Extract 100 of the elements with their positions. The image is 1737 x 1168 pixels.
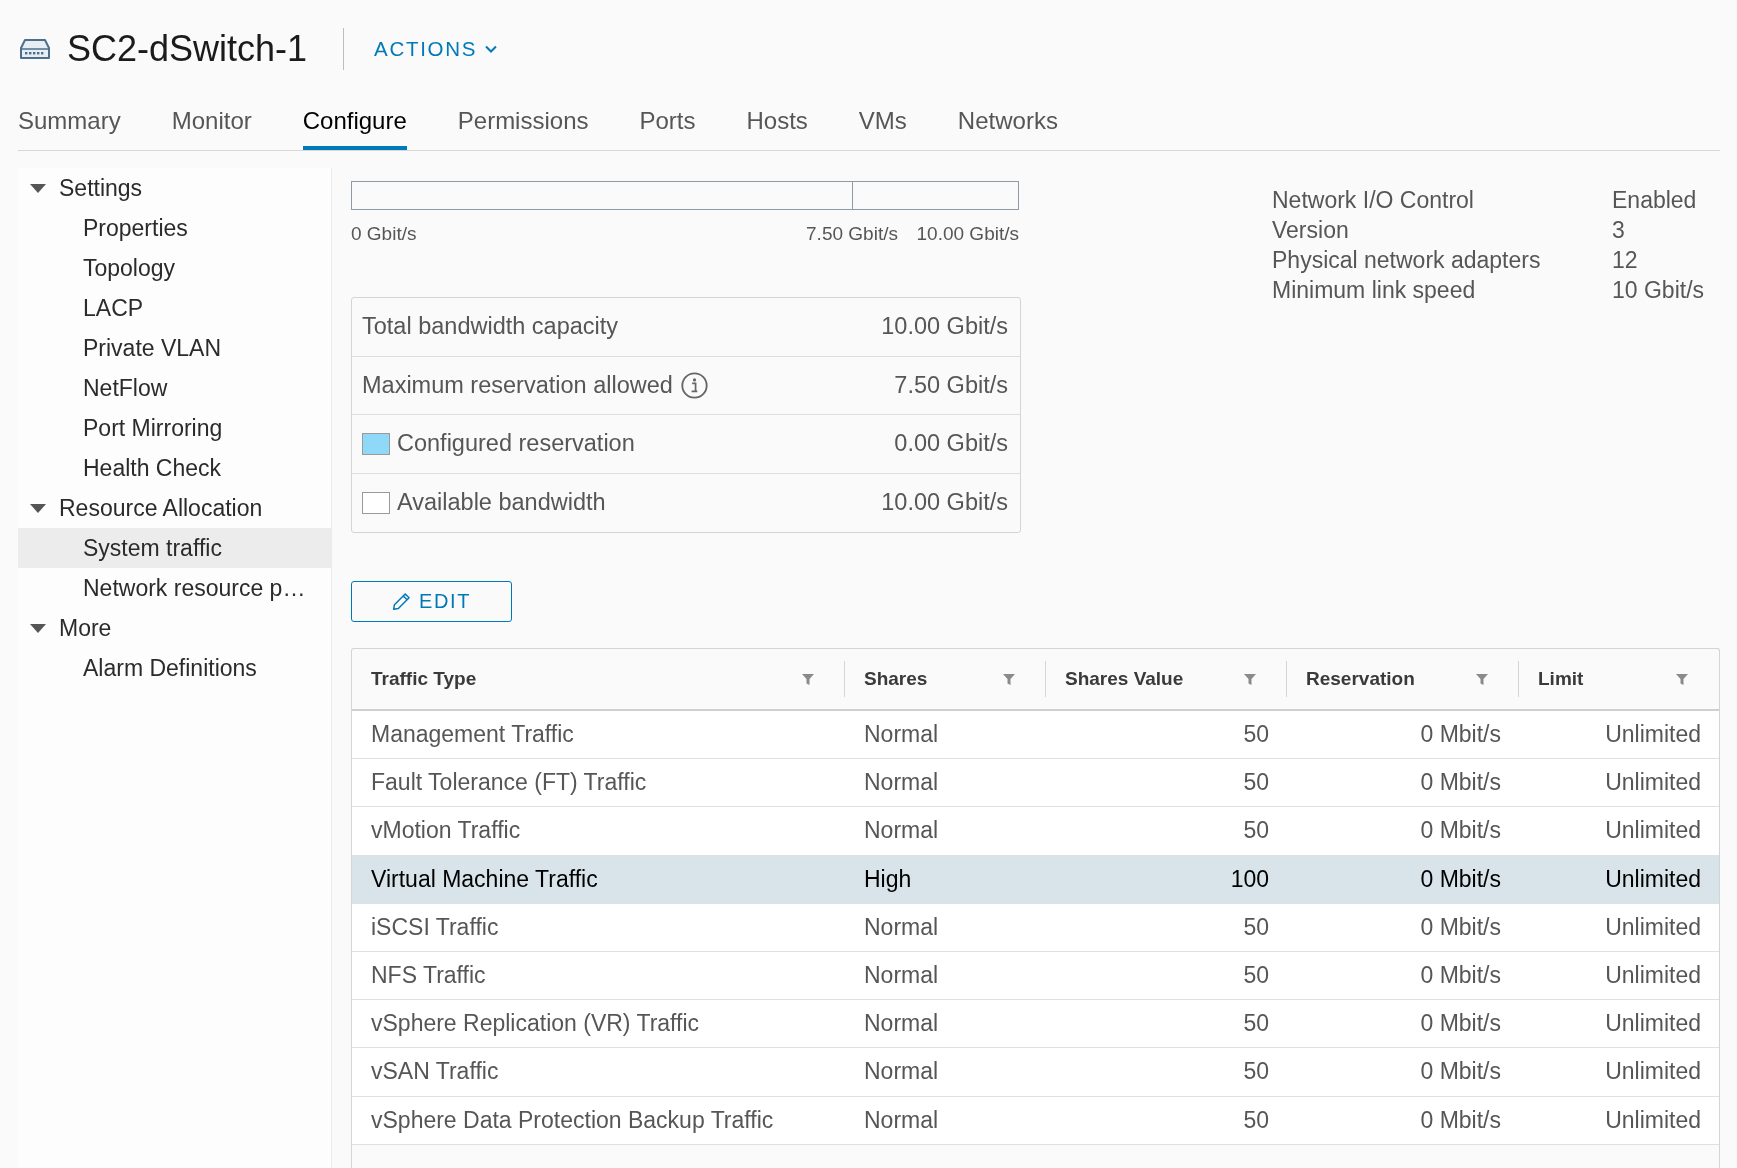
table-cell-text: NFS Traffic [370,961,487,991]
table-row[interactable]: vSphere Replication (VR) Traffic Normal 50 0 Mbit/s Unlimited [352,1000,1719,1049]
table-cell-text: Unlimited [1604,1057,1702,1087]
tree-item[interactable]: Properties [18,208,331,248]
tab[interactable]: Summary [18,98,121,150]
table-cell-text: Unlimited [1604,720,1702,750]
scale-label: 7.50 Gbit/s [806,223,898,245]
table-cell-text: Normal [863,912,940,942]
table-cell-text: Virtual Machine Traffic [370,864,599,894]
tree-item[interactable]: Health Check [18,448,331,488]
table-cell-text: 50 [1242,720,1270,750]
table-row[interactable]: Management Traffic Normal 50 0 Mbit/s Unlimited [352,711,1719,760]
tab[interactable]: VMs [858,98,907,150]
summary-label: Maximum reservation allowed [362,371,673,399]
pencil-icon [392,592,411,611]
summary-value: 10.00 Gbit/s [881,489,1008,517]
info-icon[interactable] [680,371,708,399]
info-label: Network I/O Control [1272,186,1475,215]
table-cell-text: 0 Mbit/s [1419,720,1502,750]
table-cell-text: 0 Mbit/s [1419,1009,1502,1039]
table-cell-text: Unlimited [1604,961,1702,991]
tree-item[interactable]: Port Mirroring [18,408,331,448]
summary-value: 0.00 Gbit/s [894,430,1008,458]
tree-item[interactable]: LACP [18,288,331,328]
tree-item[interactable]: Private VLAN [18,328,331,368]
tree-item[interactable]: Alarm Definitions [18,648,331,688]
table-cell-text: 0 Mbit/s [1419,864,1502,894]
table-row[interactable]: vSAN Traffic Normal 50 0 Mbit/s Unlimited [352,1048,1719,1097]
table-cell-text: Unlimited [1604,816,1702,846]
table-row[interactable]: NFS Traffic Normal 50 0 Mbit/s Unlimited [352,951,1719,1001]
tree-group-toggle[interactable]: Settings [18,168,331,208]
table-cell-text: vSphere Data Protection Backup Traffic [370,1105,775,1135]
caret-down-icon [30,503,46,513]
info-value: 12 [1612,246,1639,275]
filter-icon[interactable] [802,673,814,685]
scale-label: 0 Gbit/s [351,223,417,245]
summary-value: 10.00 Gbit/s [881,313,1008,341]
summary-label: Configured reservation [397,430,635,458]
table-cell-text: 50 [1242,1009,1270,1039]
info-label: Version [1272,216,1350,245]
info-label: Minimum link speed [1272,276,1477,305]
tab[interactable]: Hosts [746,98,808,150]
tree-item[interactable]: NetFlow [18,368,331,408]
info-label: Physical network adapters [1272,246,1542,275]
tab[interactable]: Configure [302,98,407,150]
tab[interactable]: Networks [957,98,1058,150]
table-cell-text: 0 Mbit/s [1419,961,1502,991]
column-header[interactable]: Limit [1519,649,1719,709]
table-cell-text: 50 [1242,1057,1270,1087]
filter-icon[interactable] [1003,673,1015,685]
table-cell-text: 50 [1242,912,1270,942]
table-cell-text: Unlimited [1604,912,1702,942]
table-cell-text: 50 [1242,961,1270,991]
table-row[interactable]: iSCSI Traffic Normal 50 0 Mbit/s Unlimited [352,903,1719,952]
table-cell-text: Normal [863,720,940,750]
table-cell-text: vSphere Replication (VR) Traffic [370,1009,701,1039]
table-cell-text: 50 [1242,816,1270,846]
edit-button[interactable]: EDIT [351,581,512,622]
table-cell-text: Unlimited [1604,1009,1702,1039]
filter-icon[interactable] [1476,673,1488,685]
tab[interactable]: Ports [639,98,696,150]
caret-down-icon [30,623,46,633]
info-value: 3 [1612,216,1626,245]
tree-group-toggle[interactable]: Resource Allocation [18,488,331,528]
table-cell-text: 0 Mbit/s [1419,768,1502,798]
table-cell-text: Unlimited [1604,1105,1702,1135]
table-cell-text: High [863,864,913,894]
tree-item[interactable]: Network resource p… [18,568,331,608]
table-row[interactable]: Fault Tolerance (FT) Traffic Normal 50 0 Mbit/s Unlimited [352,759,1719,808]
table-cell-text: Unlimited [1604,768,1702,798]
table-cell-text: Management Traffic [370,720,575,750]
table-row[interactable]: vMotion Traffic Normal 50 0 Mbit/s Unlimited [352,807,1719,856]
tab[interactable]: Monitor [171,98,252,150]
chevron-down-icon [485,45,498,53]
caret-down-icon [30,183,46,193]
filter-icon[interactable] [1676,673,1688,685]
page-title: SC2-dSwitch-1 [67,28,308,70]
table-cell-text: 50 [1242,1105,1270,1135]
summary-label: Available bandwidth [397,489,606,517]
table-cell-text: Fault Tolerance (FT) Traffic [370,768,648,798]
table-cell-text: 0 Mbit/s [1419,816,1502,846]
table-cell-text: Normal [863,1009,940,1039]
scale-label: 10.00 Gbit/s [916,223,1019,245]
table-cell-text: 0 Mbit/s [1419,912,1502,942]
table-cell-text: 50 [1242,768,1270,798]
table-row[interactable]: Virtual Machine Traffic High 100 0 Mbit/s Unlimited [352,855,1719,904]
tree-group-toggle[interactable]: More [18,608,331,648]
filter-icon[interactable] [1244,673,1256,685]
tree-item[interactable]: Topology [18,248,331,288]
table-row[interactable]: vSphere Data Protection Backup Traffic Normal 50 0 Mbit/s Unlimited [352,1096,1719,1145]
table-cell-text: vSAN Traffic [370,1057,500,1087]
table-cell-text: iSCSI Traffic [370,912,500,942]
tab[interactable]: Permissions [457,98,589,150]
table-cell-text: vMotion Traffic [370,816,522,846]
table-cell-text: 100 [1229,864,1270,894]
table-cell-text: 0 Mbit/s [1419,1105,1502,1135]
tree-item[interactable]: System traffic [18,528,331,568]
table-cell-text: Normal [863,816,940,846]
actions-menu-button[interactable]: ACTIONS [374,37,498,61]
table-cell-text: Normal [863,961,940,991]
